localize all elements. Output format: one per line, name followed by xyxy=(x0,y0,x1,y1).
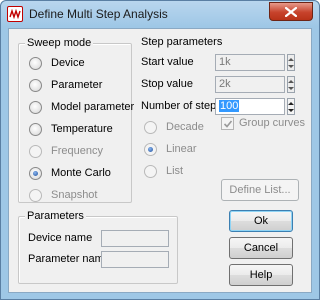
spinner-arrows-icon xyxy=(288,58,294,68)
number-of-steps-spinner[interactable] xyxy=(287,98,295,115)
radio-model-parameter-label: Model parameter xyxy=(51,101,135,113)
group-curves-box xyxy=(221,117,234,130)
radio-device-indicator xyxy=(29,57,42,70)
radio-decade-label: Decade xyxy=(166,121,204,133)
radio-snapshot-label: Snapshot xyxy=(51,189,98,201)
title-bar[interactable]: Define Multi Step Analysis xyxy=(1,1,319,27)
number-of-steps-value: 100 xyxy=(219,100,240,112)
spinner-arrows-icon xyxy=(288,80,294,90)
parameter-name-input[interactable] xyxy=(101,251,169,268)
stop-value-input[interactable]: 2k xyxy=(215,76,285,93)
stop-value-spinner[interactable] xyxy=(287,76,295,93)
close-icon xyxy=(285,7,297,17)
ok-button[interactable]: Ok xyxy=(229,210,293,232)
group-curves-label: Group curves xyxy=(239,117,306,129)
start-value-input[interactable]: 1k xyxy=(215,54,285,71)
sweep-mode-group: Sweep mode Device Parameter Model parame… xyxy=(18,37,135,203)
close-button[interactable] xyxy=(269,2,313,21)
parameters-label: Parameters xyxy=(25,210,86,222)
dialog-window: Define Multi Step Analysis Sweep mode De… xyxy=(0,0,320,300)
radio-parameter-label: Parameter xyxy=(51,79,103,91)
spinner-arrows-icon xyxy=(288,102,294,112)
window-title: Define Multi Step Analysis xyxy=(29,7,168,21)
radio-frequency-label: Frequency xyxy=(51,145,103,157)
radio-temperature-indicator xyxy=(29,123,42,136)
checkmark-icon xyxy=(223,120,233,128)
radio-list-label: List xyxy=(166,165,184,177)
help-button[interactable]: Help xyxy=(229,264,293,286)
radio-parameter-indicator xyxy=(29,79,42,92)
sweep-mode-label: Sweep mode xyxy=(25,37,94,49)
app-icon xyxy=(7,6,23,22)
device-name-input[interactable] xyxy=(101,230,169,247)
parameter-name-label: Parameter name xyxy=(28,253,110,265)
radio-linear-indicator xyxy=(144,143,157,156)
radio-model-parameter-indicator xyxy=(29,101,42,114)
dialog-client: Sweep mode Device Parameter Model parame… xyxy=(8,28,312,293)
stop-value-label: Stop value xyxy=(141,78,193,90)
parameters-group: Parameters Device name Parameter name xyxy=(18,210,178,284)
cancel-button[interactable]: Cancel xyxy=(229,237,293,259)
radio-frequency-indicator xyxy=(29,145,42,158)
radio-temperature-label: Temperature xyxy=(51,123,113,135)
define-list-button: Define List... xyxy=(221,179,299,201)
radio-decade-indicator xyxy=(144,121,157,134)
radio-list-indicator xyxy=(144,165,157,178)
radio-device-label: Device xyxy=(51,57,85,69)
start-value-label: Start value xyxy=(141,56,194,68)
radio-snapshot-indicator xyxy=(29,189,42,202)
step-parameters-label: Step parameters xyxy=(141,36,223,48)
radio-linear-label: Linear xyxy=(166,143,197,155)
start-value-spinner[interactable] xyxy=(287,54,295,71)
radio-monte-carlo-indicator xyxy=(29,167,42,180)
number-of-steps-input[interactable]: 100 xyxy=(215,98,285,115)
number-of-steps-label: Number of steps xyxy=(141,100,222,112)
device-name-label: Device name xyxy=(28,232,93,244)
radio-monte-carlo-label: Monte Carlo xyxy=(51,167,111,179)
